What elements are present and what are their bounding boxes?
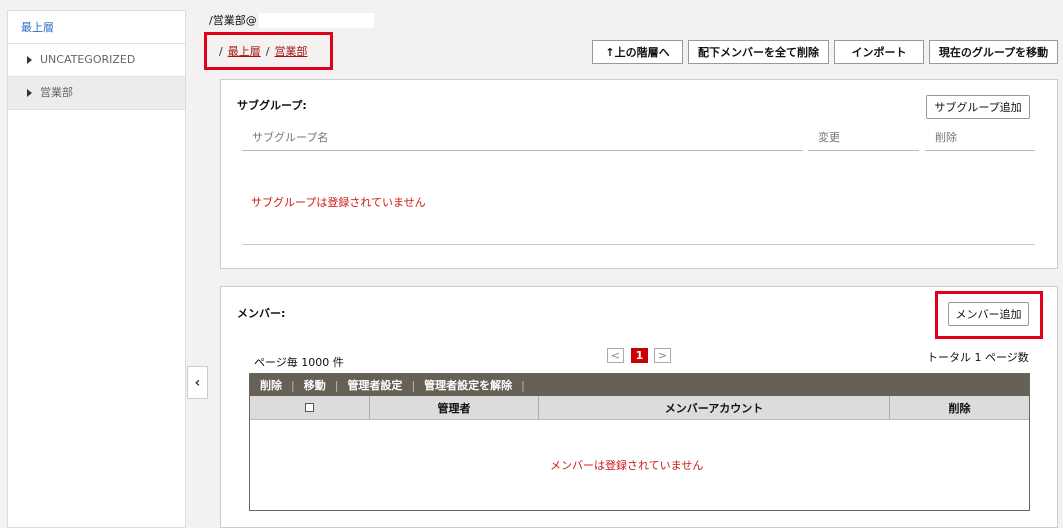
- action-separator: |: [411, 378, 416, 392]
- column-admin: 管理者: [370, 396, 539, 419]
- member-title: メンバー:: [237, 307, 286, 320]
- per-page-label: ページ毎 1000 件: [254, 356, 344, 369]
- action-delete[interactable]: 削除: [260, 377, 282, 393]
- import-button[interactable]: インポート: [834, 40, 924, 64]
- group-tree-sidebar: 最上層 UNCATEGORIZED 営業部: [7, 10, 186, 528]
- move-group-button[interactable]: 現在のグループを移動: [929, 40, 1058, 64]
- group-path: /営業部@: [209, 14, 257, 27]
- member-table: 削除 | 移動 | 管理者設定 | 管理者設定を解除 | 管理者 メンバーアカウ…: [249, 373, 1030, 511]
- column-delete: 削除: [948, 401, 971, 415]
- sidebar-item-uncategorized[interactable]: UNCATEGORIZED: [8, 44, 185, 77]
- select-all-cell: [250, 396, 370, 419]
- select-all-checkbox[interactable]: [305, 403, 314, 412]
- expand-triangle-icon[interactable]: [27, 56, 32, 64]
- collapse-sidebar-button[interactable]: ‹: [187, 366, 208, 399]
- action-separator: |: [334, 378, 339, 392]
- current-page[interactable]: 1: [631, 348, 648, 363]
- sidebar-item-root[interactable]: 最上層: [8, 11, 185, 44]
- breadcrumb-separator: /: [265, 44, 270, 58]
- add-subgroup-button[interactable]: サブグループ追加: [926, 95, 1030, 119]
- delete-all-members-button[interactable]: 配下メンバーを全て削除: [688, 40, 829, 64]
- breadcrumb-link-root[interactable]: 最上層: [228, 43, 261, 59]
- column-edit: 変更: [808, 124, 919, 151]
- action-move[interactable]: 移動: [304, 377, 326, 393]
- total-pages-label: トータル 1 ページ数: [927, 351, 1029, 364]
- redacted-area: [259, 13, 374, 28]
- member-actions-toolbar: 削除 | 移動 | 管理者設定 | 管理者設定を解除 |: [250, 374, 1029, 396]
- sidebar-item-sales[interactable]: 営業部: [8, 77, 185, 110]
- subgroup-title: サブグループ:: [237, 99, 307, 112]
- member-table-header: 管理者 メンバーアカウント 削除: [250, 396, 1029, 420]
- sidebar-item-label: 営業部: [40, 86, 73, 99]
- action-separator: |: [291, 378, 295, 392]
- go-up-button[interactable]: ↑上の階層へ: [592, 40, 683, 64]
- column-delete: 削除: [925, 124, 1035, 151]
- action-unset-admin[interactable]: 管理者設定を解除: [424, 377, 512, 393]
- next-page-button[interactable]: >: [654, 348, 671, 363]
- column-member-account: メンバーアカウント: [539, 396, 890, 419]
- breadcrumb-link-sales[interactable]: 営業部: [274, 43, 307, 59]
- sidebar-item-label: UNCATEGORIZED: [40, 53, 136, 66]
- breadcrumb-separator: /: [219, 44, 223, 58]
- prev-page-button[interactable]: <: [607, 348, 624, 363]
- subgroup-empty-message: サブグループは登録されていません: [251, 196, 426, 209]
- expand-triangle-icon[interactable]: [27, 89, 32, 97]
- action-separator: |: [521, 378, 525, 392]
- member-empty-message: メンバーは登録されていません: [550, 459, 704, 472]
- column-subgroup-name: サブグループ名: [242, 124, 803, 151]
- highlight-box: [935, 291, 1043, 339]
- breadcrumb: / 最上層 / 営業部: [204, 32, 333, 70]
- divider: [242, 244, 1035, 245]
- action-set-admin[interactable]: 管理者設定: [347, 377, 402, 393]
